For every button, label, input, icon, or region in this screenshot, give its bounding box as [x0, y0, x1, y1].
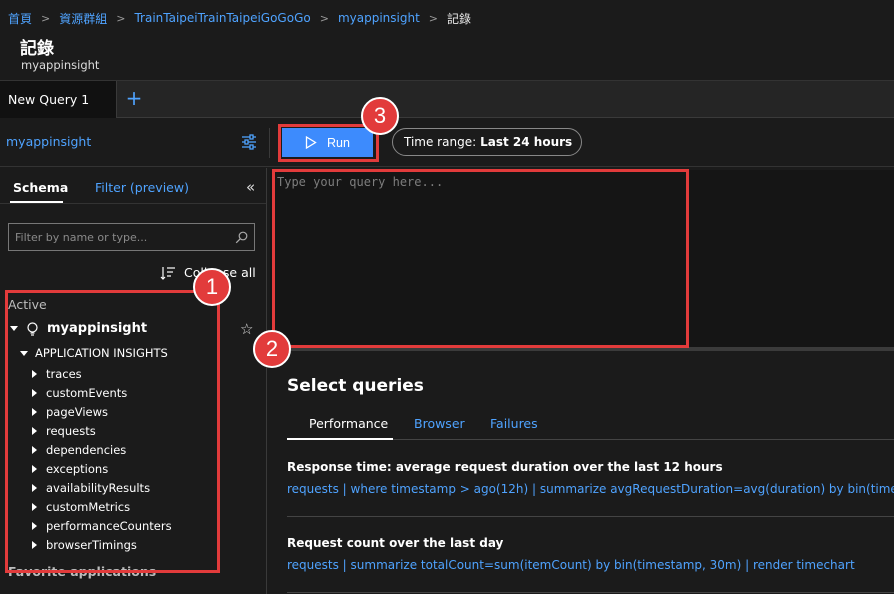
breadcrumb: 首頁 > 資源群組 > TrainTaipeiTrainTaipeiGoGoGo…	[8, 8, 471, 28]
breadcrumb-separator-icon: >	[41, 11, 51, 25]
tab-browser[interactable]: Browser	[414, 416, 465, 431]
collapse-sidebar-icon[interactable]: «	[246, 178, 255, 196]
search-icon	[235, 231, 248, 243]
time-range-label: Time range:	[404, 135, 477, 149]
filter-settings-icon[interactable]	[240, 133, 258, 151]
toolbar-divider-line	[0, 166, 894, 167]
sample-query-title: Response time: average request duration …	[287, 460, 723, 474]
schema-filter-input[interactable]	[15, 230, 235, 244]
sample-query-title: Request count over the last day	[287, 536, 504, 550]
tab-performance-underline	[287, 438, 393, 440]
sample-query-code[interactable]: requests | summarize totalCount=sum(item…	[287, 558, 855, 572]
annotation-badge-3: 3	[361, 97, 399, 135]
add-tab-icon[interactable]: +	[124, 87, 144, 109]
annotation-badge-1: 1	[193, 268, 231, 306]
tab-schema[interactable]: Schema	[13, 180, 68, 195]
tab-filter-preview[interactable]: Filter (preview)	[95, 180, 189, 195]
time-range-value: Last 24 hours	[480, 135, 573, 149]
time-range-picker[interactable]: Time range: Last 24 hours	[392, 128, 582, 156]
breadcrumb-resource-groups[interactable]: 資源群組	[59, 10, 107, 27]
favorite-star-icon[interactable]: ☆	[240, 320, 253, 338]
tab-performance[interactable]: Performance	[309, 416, 388, 431]
scope-link[interactable]: myappinsight	[6, 134, 91, 149]
schema-filter-field[interactable]	[8, 223, 255, 251]
breadcrumb-resource-group[interactable]: TrainTaipeiTrainTaipeiGoGoGo	[134, 11, 310, 25]
query-divider	[287, 592, 894, 593]
annotation-badge-2: 2	[253, 330, 291, 368]
breadcrumb-separator-icon: >	[319, 11, 329, 25]
page-title: 記錄	[20, 39, 54, 59]
breadcrumb-home[interactable]: 首頁	[8, 10, 32, 27]
breadcrumb-separator-icon: >	[428, 11, 438, 25]
sidebar-divider	[266, 168, 267, 594]
annotation-box-run	[278, 124, 379, 162]
breadcrumb-current: 記錄	[447, 11, 472, 26]
tab-failures[interactable]: Failures	[490, 416, 538, 431]
schema-tabs-divider	[0, 203, 266, 204]
page-subtitle: myappinsight	[21, 58, 100, 72]
sample-query-code[interactable]: requests | where timestamp > ago(12h) | …	[287, 482, 894, 496]
tab-new-query-1[interactable]: New Query 1	[0, 81, 117, 118]
breadcrumb-app[interactable]: myappinsight	[338, 11, 420, 25]
collapse-all-icon	[160, 266, 175, 280]
breadcrumb-separator-icon: >	[116, 11, 126, 25]
select-queries-title: Select queries	[287, 376, 424, 396]
query-divider	[287, 516, 894, 517]
annotation-box-schema	[5, 290, 220, 573]
annotation-box-editor	[272, 169, 689, 348]
toolbar-divider	[269, 128, 270, 158]
